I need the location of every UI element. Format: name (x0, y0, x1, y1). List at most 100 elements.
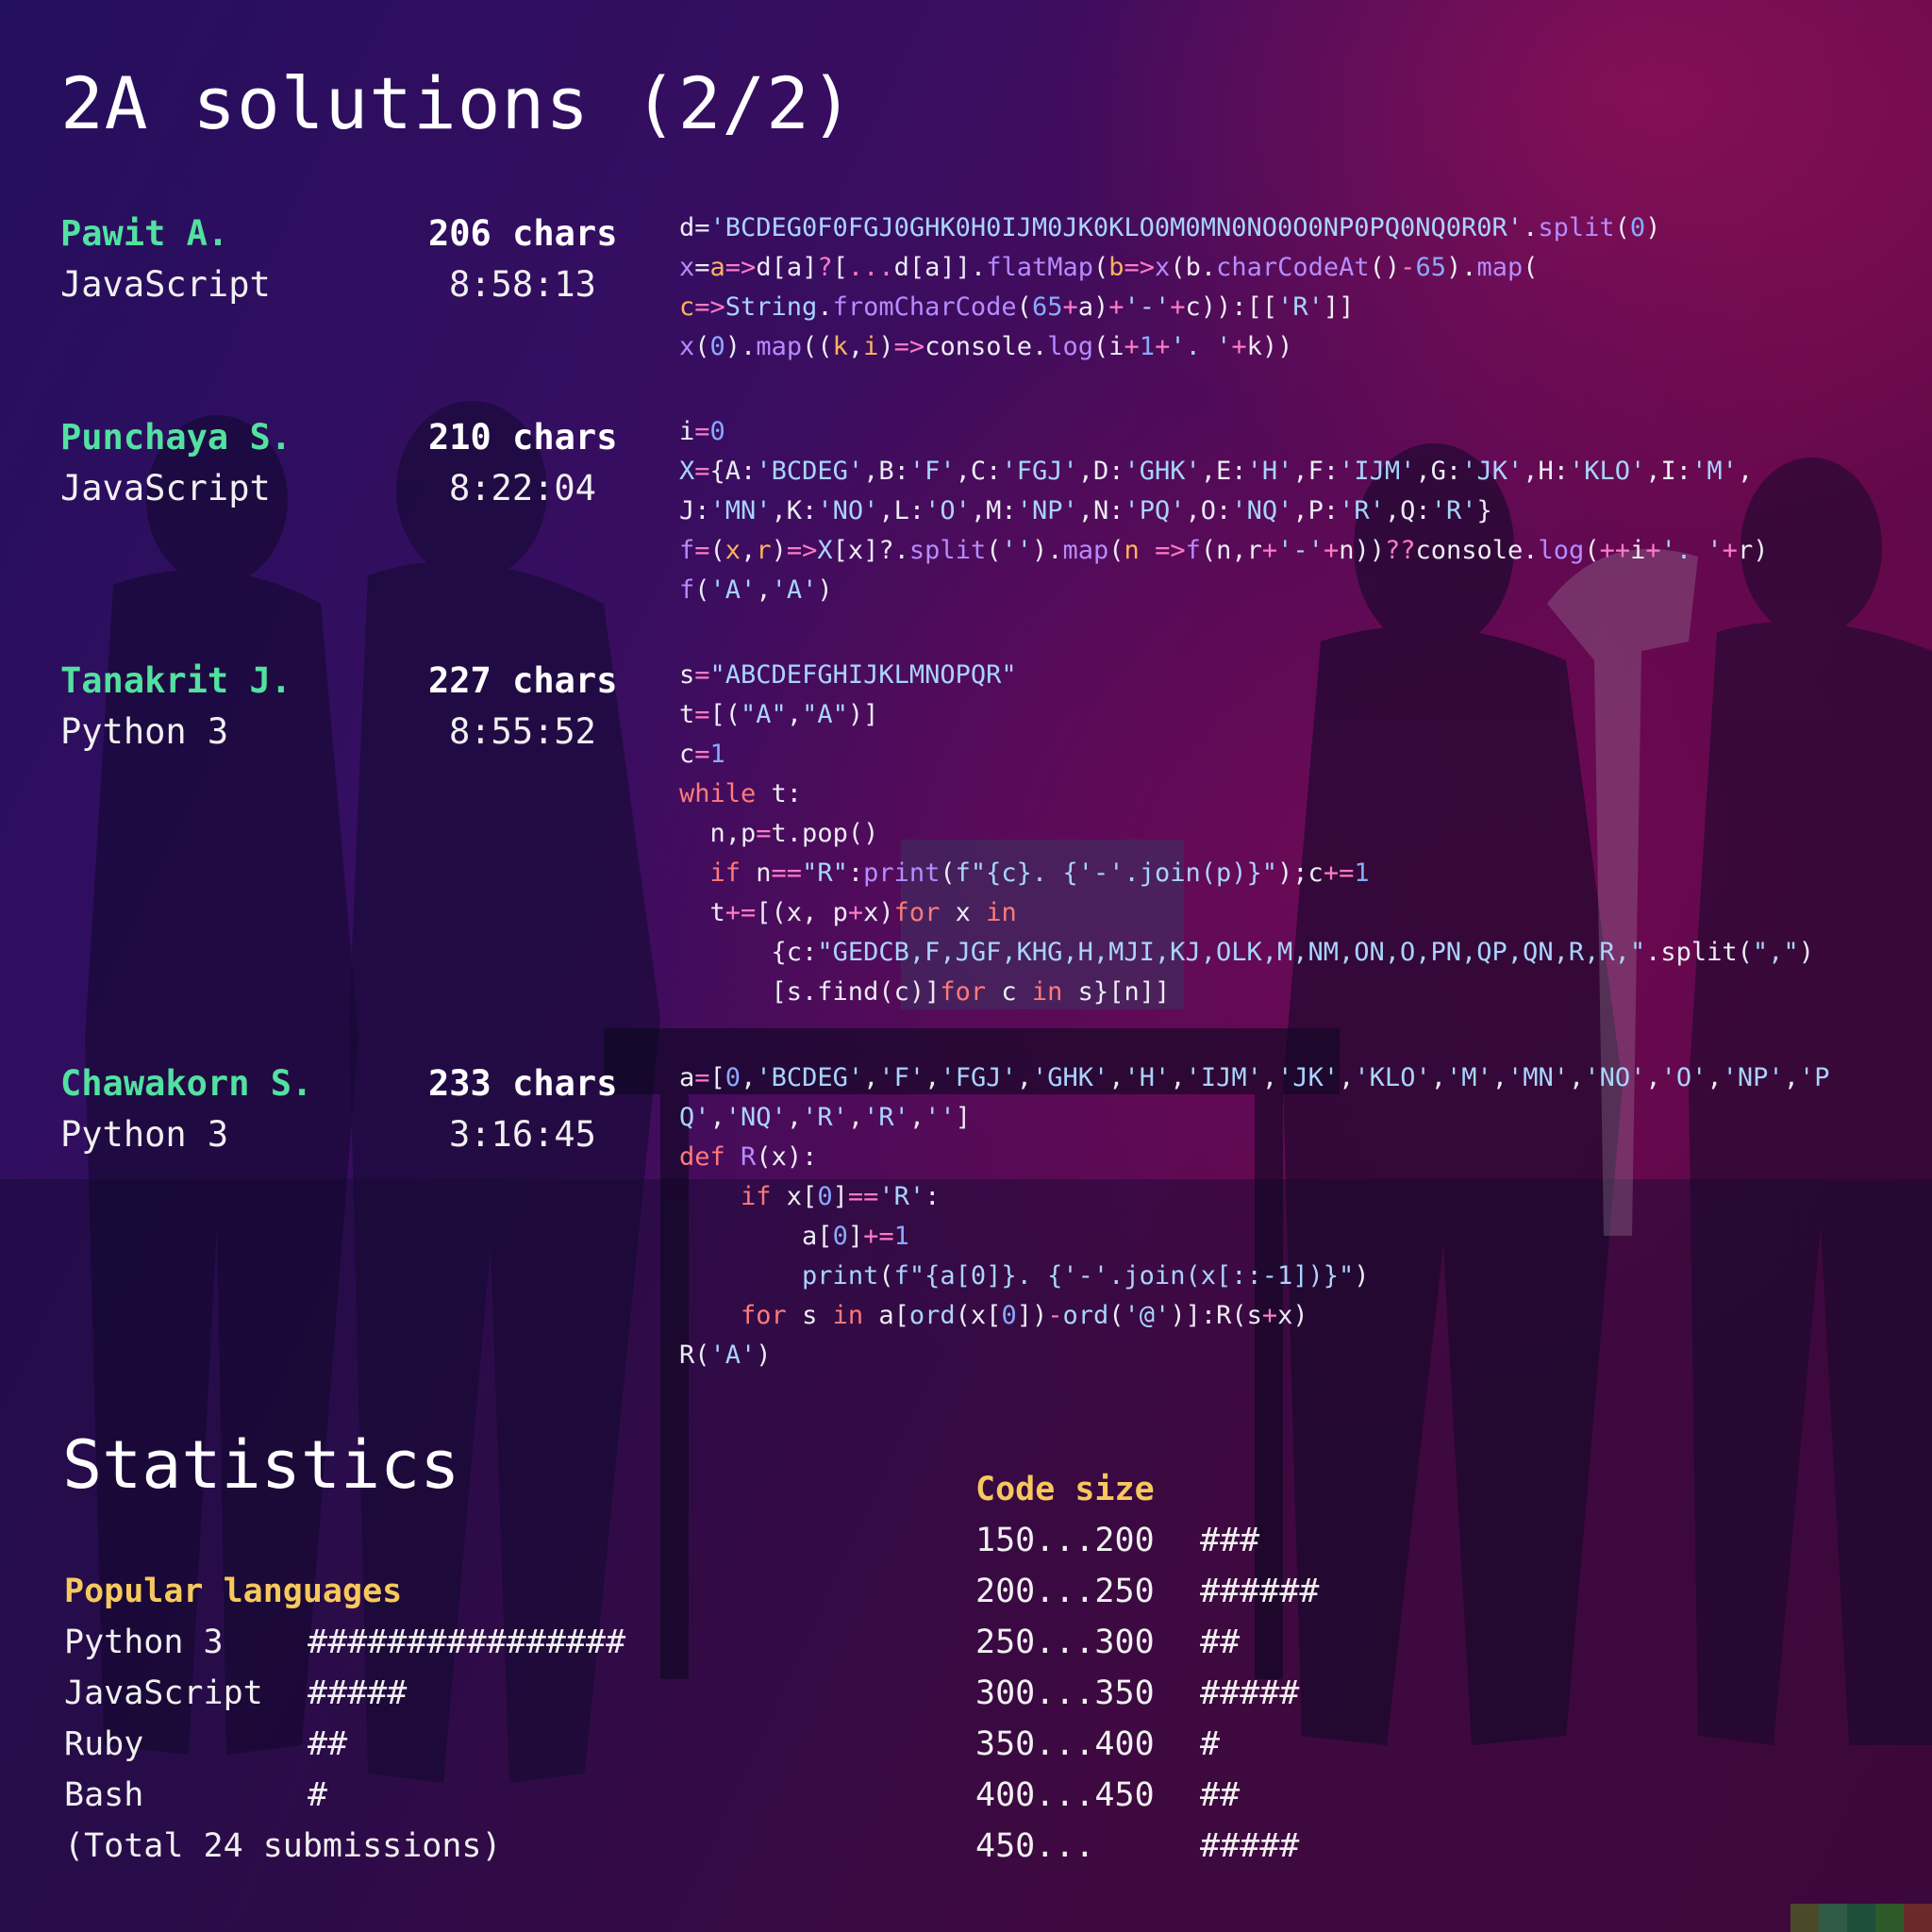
code-line: {c:"GEDCB,F,JGF,KHG,H,MJI,KJ,OLK,M,NM,ON… (679, 938, 1814, 967)
author-block: Pawit A. JavaScript (60, 208, 457, 310)
author-language: JavaScript (60, 468, 271, 508)
submission-meta: 210 chars 8:22:04 (428, 412, 683, 514)
author-block: Chawakorn S. Python 3 (60, 1058, 457, 1160)
author-name: Tanakrit J. (60, 660, 292, 701)
char-count: 206 chars (428, 213, 618, 254)
slide: 2A solutions (2/2) Pawit A. JavaScript 2… (0, 0, 1932, 1932)
size-row: 150...200 ### (975, 1515, 1259, 1566)
code-line: print(f"{a[0]}. {'-'.join(x[::-1])}") (802, 1261, 1370, 1291)
language-bar: # (308, 1776, 328, 1814)
code-line: d='BCDEG0F0FGJ0GHK0H0IJM0JK0KLO0M0MN0NO0… (679, 213, 1661, 242)
palette-swatch (1819, 1904, 1847, 1932)
code-size-stats: Code size 150...200 ### 200...250 ######… (975, 1464, 1319, 1872)
author-language: Python 3 (60, 711, 229, 752)
size-row: 200...250 ###### (975, 1566, 1319, 1617)
palette-swatch (1904, 1904, 1932, 1932)
size-bar: # (1200, 1725, 1221, 1763)
size-row: 250...300 ## (975, 1617, 1240, 1668)
language-label: JavaScript (64, 1674, 263, 1712)
palette-swatch (1875, 1904, 1904, 1932)
size-bar: ### (1200, 1522, 1260, 1559)
language-label: Ruby (64, 1725, 144, 1763)
code-line: f=(x,r)=>X[x]?.split('').map(n =>f(n,r+'… (679, 536, 1769, 565)
size-range-label: 300...350 (975, 1674, 1155, 1712)
code-line: J:'MN',K:'NO',L:'O',M:'NP',N:'PQ',O:'NQ'… (679, 496, 1492, 525)
size-bar: ##### (1200, 1674, 1300, 1712)
size-row: 400...450 ## (975, 1770, 1240, 1821)
author-name: Pawit A. (60, 213, 229, 254)
size-range-label: 350...400 (975, 1725, 1155, 1763)
code-line: t+=[(x, p+x)for x in (679, 898, 1017, 927)
size-range-label: 250...300 (975, 1624, 1155, 1661)
language-bar: ## (308, 1725, 348, 1763)
size-bar: ## (1200, 1624, 1241, 1661)
size-bar: ###### (1200, 1573, 1320, 1610)
submission-meta: 227 chars 8:55:52 (428, 656, 683, 758)
code-line: f('A','A') (679, 575, 833, 605)
author-block: Tanakrit J. Python 3 (60, 656, 457, 758)
author-block: Punchaya S. JavaScript (60, 412, 457, 514)
size-range-label: 400...450 (975, 1776, 1155, 1814)
code-line: x(0).map((k,i)=>console.log(i+1+'. '+k)) (679, 332, 1293, 361)
code-line: i=0 (679, 417, 725, 446)
char-count: 210 chars (428, 417, 618, 458)
code-line: a=[0,'BCDEG','F','FGJ','GHK','H','IJM','… (679, 1063, 1830, 1092)
code-line: for s in a[ord(x[0])-ord('@')]:R(s+x) (741, 1301, 1308, 1330)
char-count: 233 chars (428, 1063, 618, 1104)
statistics-title: Statistics (62, 1426, 460, 1504)
submission-meta: 206 chars 8:58:13 (428, 208, 683, 310)
author-name: Chawakorn S. (60, 1063, 313, 1104)
palette-swatch (1847, 1904, 1875, 1932)
language-label: Python 3 (64, 1624, 224, 1661)
code-line: if n=="R":print(f"{c}. {'-'.join(p)}");c… (709, 858, 1370, 888)
language-row: JavaScript ##### (64, 1668, 502, 1719)
author-language: JavaScript (60, 264, 271, 305)
char-count: 227 chars (428, 660, 618, 701)
code-block-punchaya: i=0 X={A:'BCDEG',B:'F',C:'FGJ',D:'GHK',E… (679, 412, 1768, 610)
code-line: X={A:'BCDEG',B:'F',C:'FGJ',D:'GHK',E:'H'… (679, 457, 1754, 486)
code-line: t=[("A","A")] (679, 700, 879, 729)
code-block-pawit: d='BCDEG0F0FGJ0GHK0H0IJM0JK0KLO0M0MN0NO0… (679, 208, 1660, 367)
code-line: c=1 (679, 740, 725, 769)
size-row: 450... ##### (975, 1821, 1299, 1872)
code-line: Q','NQ','R','R',''] (679, 1103, 971, 1132)
code-line: R('A') (679, 1341, 772, 1370)
code-line: c=>String.fromCharCode(65+a)+'-'+c)):[['… (679, 292, 1355, 322)
code-line: x=a=>d[a]?[...d[a]].flatMap(b=>x(b.charC… (679, 253, 1539, 282)
language-bar: ##### (308, 1674, 408, 1712)
size-bar: ## (1200, 1776, 1241, 1814)
language-bar: ################ (308, 1624, 626, 1661)
author-name: Punchaya S. (60, 417, 292, 458)
size-range-label: 200...250 (975, 1573, 1155, 1610)
submission-time: 8:22:04 (449, 468, 596, 508)
size-row: 300...350 ##### (975, 1668, 1299, 1719)
code-line: s="ABCDEFGHIJKLMNOPQR" (679, 660, 1017, 690)
code-line: [s.find(c)]for c in s}[n]] (679, 977, 1171, 1007)
code-line: if x[0]=='R': (741, 1182, 941, 1211)
code-block-chawakorn: a=[0,'BCDEG','F','FGJ','GHK','H','IJM','… (679, 1058, 1829, 1375)
language-row: Python 3 ################ (64, 1617, 625, 1668)
language-row: Bash # (64, 1770, 502, 1821)
language-row: Ruby ## (64, 1719, 502, 1770)
popular-languages-heading: Popular languages (64, 1573, 403, 1610)
language-label: Bash (64, 1776, 144, 1814)
size-range-label: 150...200 (975, 1522, 1155, 1559)
code-block-tanakrit: s="ABCDEFGHIJKLMNOPQR" t=[("A","A")] c=1… (679, 656, 1814, 1012)
page-title: 2A solutions (2/2) (60, 61, 855, 145)
submission-time: 8:55:52 (449, 711, 596, 752)
submission-time: 3:16:45 (449, 1114, 596, 1155)
code-line: a[0]+=1 (679, 1222, 909, 1251)
submission-meta: 233 chars 3:16:45 (428, 1058, 683, 1160)
submission-time: 8:58:13 (449, 264, 596, 305)
color-palette-strip (1790, 1904, 1932, 1932)
palette-swatch (1790, 1904, 1819, 1932)
author-language: Python 3 (60, 1114, 229, 1155)
code-line: while t: (679, 779, 803, 808)
popular-languages-stats: Popular languages Python 3 #############… (64, 1566, 625, 1872)
size-row: 350...400 # (975, 1719, 1220, 1770)
code-line: n,p=t.pop() (679, 819, 879, 848)
code-size-heading: Code size (975, 1471, 1155, 1508)
code-line: def R(x): (679, 1142, 818, 1172)
size-range-label: 450... (975, 1827, 1095, 1865)
size-bar: ##### (1200, 1827, 1300, 1865)
